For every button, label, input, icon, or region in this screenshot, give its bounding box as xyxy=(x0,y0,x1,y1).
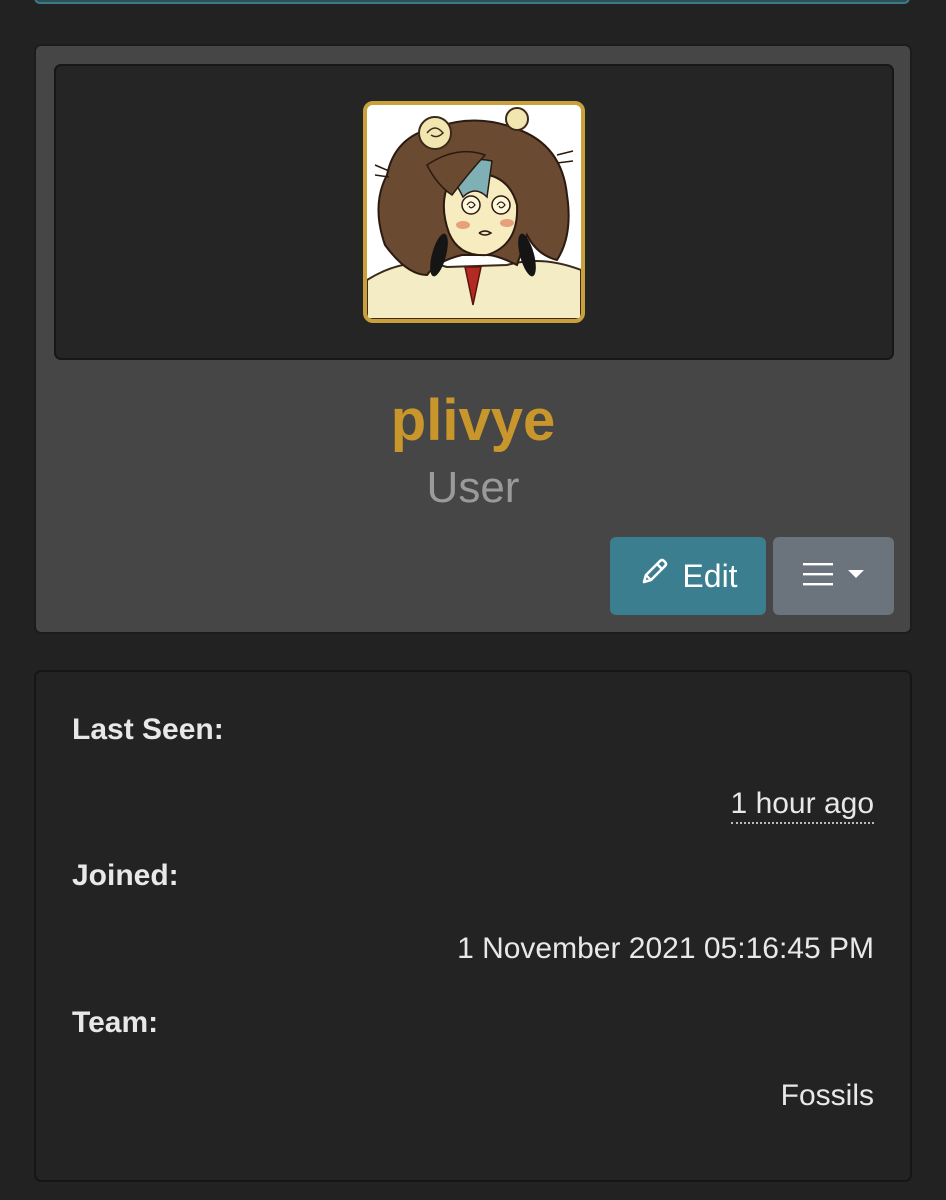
joined-label: Joined: xyxy=(72,859,179,892)
profile-details-card: Last Seen: 1 hour ago Joined: 1 November… xyxy=(34,670,912,1182)
last-seen-time: 1 hour ago xyxy=(730,787,874,824)
previous-panel-edge xyxy=(34,0,910,4)
team-value: Fossils xyxy=(780,1079,874,1112)
caret-down-icon xyxy=(847,567,865,585)
last-seen-label: Last Seen: xyxy=(72,713,224,746)
username: plivye xyxy=(390,388,556,453)
profile-card: plivye User Edit xyxy=(34,44,912,634)
hamburger-icon xyxy=(802,562,833,591)
last-seen-value: 1 hour ago xyxy=(730,786,874,824)
options-menu-button[interactable] xyxy=(773,537,894,615)
avatar xyxy=(363,101,585,323)
joined-value: 1 November 2021 05:16:45 PM xyxy=(457,932,874,965)
profile-page: plivye User Edit Last Seen: 1 hour ago J… xyxy=(0,0,946,1200)
edit-button[interactable]: Edit xyxy=(610,537,766,615)
avatar-frame xyxy=(54,64,894,360)
user-role: User xyxy=(426,463,520,512)
edit-button-label: Edit xyxy=(682,557,738,594)
team-label: Team: xyxy=(72,1006,159,1039)
pencil-icon xyxy=(638,556,670,596)
